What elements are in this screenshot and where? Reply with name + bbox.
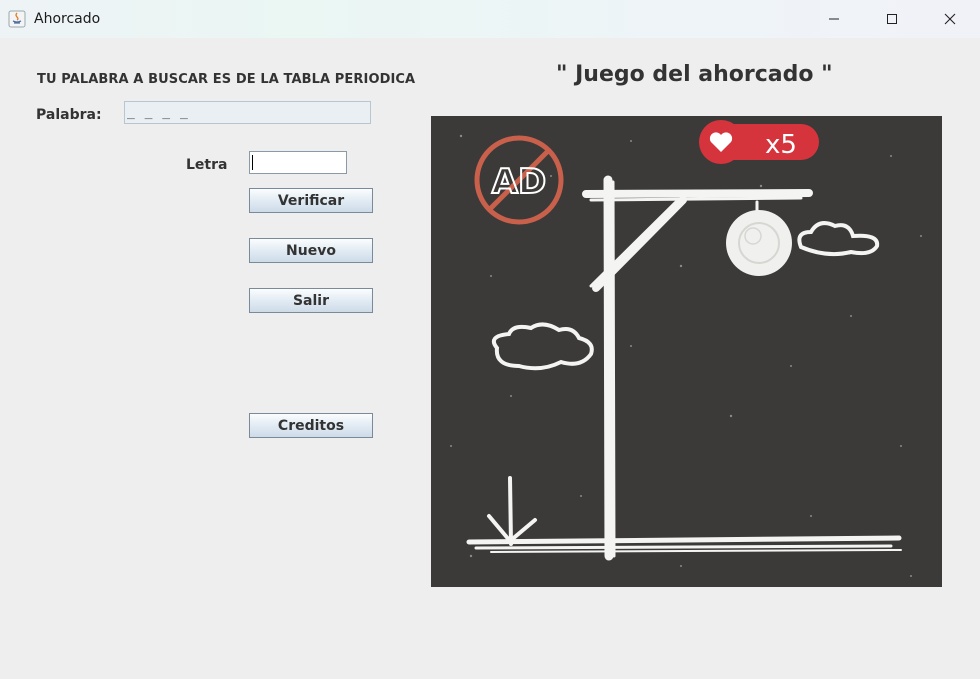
maximize-button[interactable] [863, 0, 921, 38]
clouds [492, 221, 880, 371]
letra-label: Letra [186, 157, 228, 173]
close-icon [944, 13, 956, 25]
palabra-field: _ _ _ _ [124, 101, 371, 124]
lives-count: x5 [765, 130, 797, 160]
palabra-label: Palabra: [36, 107, 102, 123]
creditos-button[interactable]: Creditos [249, 413, 373, 438]
java-app-icon [8, 10, 26, 28]
minimize-button[interactable] [805, 0, 863, 38]
hangman-drawing: AD x5 [450, 120, 922, 577]
verificar-button[interactable]: Verificar [249, 188, 373, 213]
hangman-image: AD x5 [431, 116, 942, 587]
hangman-head [726, 210, 792, 276]
salir-button[interactable]: Salir [249, 288, 373, 313]
no-ad-icon: AD [474, 135, 564, 225]
maximize-icon [887, 14, 897, 24]
nuevo-button[interactable]: Nuevo [249, 238, 373, 263]
minimize-icon [829, 18, 839, 20]
lives-badge: x5 [699, 120, 819, 164]
hint-text: TU PALABRA A BUSCAR ES DE LA TABLA PERIO… [37, 72, 416, 87]
window-title: Ahorcado [34, 11, 101, 27]
game-title: " Juego del ahorcado " [556, 62, 833, 87]
close-button[interactable] [921, 0, 979, 38]
window-titlebar: Ahorcado [0, 0, 980, 38]
letra-input[interactable] [249, 151, 347, 174]
text-caret [252, 155, 253, 170]
ad-badge-text: AD [492, 162, 547, 202]
